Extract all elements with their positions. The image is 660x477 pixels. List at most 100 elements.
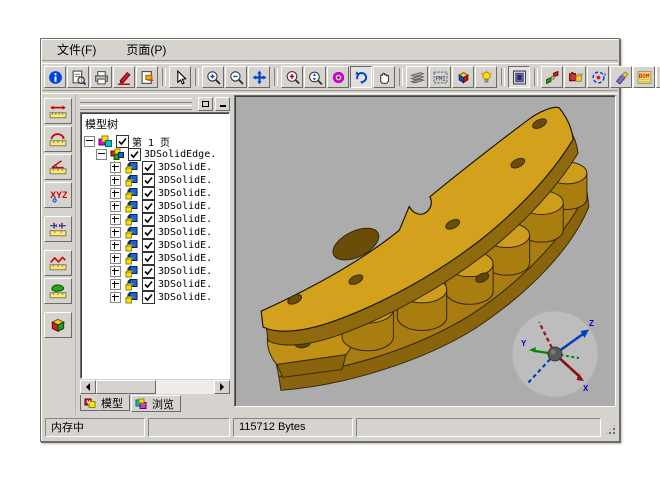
zoom-dynamic-icon <box>308 70 323 85</box>
measure-area-icon <box>49 283 67 299</box>
tree-checkbox[interactable] <box>142 174 155 187</box>
tab-model[interactable]: 模型 <box>80 395 130 411</box>
scrollbar-thumb[interactable] <box>96 380 156 394</box>
status-bytes: 115712 Bytes <box>233 418 353 437</box>
panel-hide-button[interactable] <box>215 97 230 111</box>
toolbar-separator <box>195 68 199 86</box>
tree-checkbox[interactable] <box>142 291 155 304</box>
part-node-icon <box>124 161 139 174</box>
rotate-center-button[interactable] <box>327 66 349 88</box>
orientation-trackball[interactable]: Z X Y <box>509 308 601 400</box>
measure-volume-button[interactable] <box>44 312 72 338</box>
toolbar-separator <box>399 68 403 86</box>
browse-tab-icon <box>135 398 149 410</box>
tree-node-label[interactable]: 3DSolidE. <box>158 279 212 290</box>
tree-node-label[interactable]: 3DSolidE. <box>158 266 212 277</box>
tree-checkbox[interactable] <box>142 213 155 226</box>
tree-checkbox[interactable] <box>142 239 155 252</box>
zoom-dynamic-button[interactable] <box>304 66 326 88</box>
screenshot-page: 文件(F) 页面(P) PMI BOM <box>0 0 660 477</box>
view-cube-button[interactable] <box>452 66 474 88</box>
tree-node-label[interactable]: 第 1 页 <box>132 134 170 149</box>
tree-checkbox[interactable] <box>142 200 155 213</box>
tree-checkbox[interactable] <box>142 161 155 174</box>
hide-part-button[interactable] <box>610 66 632 88</box>
tree-node-label[interactable]: 3DSolidE. <box>158 214 212 225</box>
expand-icon[interactable] <box>110 162 121 173</box>
scroll-left-button[interactable] <box>80 380 96 394</box>
zoom-in-button[interactable] <box>202 66 224 88</box>
print-preview-button[interactable] <box>67 66 89 88</box>
expand-icon[interactable] <box>110 201 121 212</box>
tree-checkbox[interactable] <box>116 135 129 148</box>
panel-drag-grip[interactable] <box>80 98 192 110</box>
collapse-icon[interactable] <box>96 149 107 160</box>
rotate-part-button[interactable] <box>587 66 609 88</box>
tree-node-label[interactable]: 3DSolidE. <box>158 240 212 251</box>
panel-float-button[interactable] <box>198 97 213 111</box>
bom-icon-label: BOM <box>638 72 649 79</box>
markup-pen-button[interactable] <box>113 66 135 88</box>
axis-z-label: Z <box>589 319 594 328</box>
expand-icon[interactable] <box>110 253 121 264</box>
print-button[interactable] <box>90 66 112 88</box>
rotate-button[interactable] <box>350 66 372 88</box>
bom-button[interactable]: BOM <box>633 66 655 88</box>
tree-node-label[interactable]: 3DSolidE. <box>158 175 212 186</box>
measure-area-button[interactable] <box>44 278 72 304</box>
attributes-table-button[interactable] <box>656 66 660 88</box>
tree-checkbox[interactable] <box>142 187 155 200</box>
page-frame-button[interactable] <box>508 66 530 88</box>
resize-grip[interactable] <box>604 423 617 436</box>
pan-arrows-button[interactable] <box>248 66 270 88</box>
lighting-button[interactable] <box>475 66 497 88</box>
expand-icon[interactable] <box>110 292 121 303</box>
tab-browse[interactable]: 浏览 <box>131 395 181 412</box>
select-cursor-button[interactable] <box>169 66 191 88</box>
menu-page[interactable]: 页面(P) <box>122 39 170 60</box>
menu-file[interactable]: 文件(F) <box>53 39 100 60</box>
tree-node-label[interactable]: 3DSolidE. <box>158 253 212 264</box>
tree-node-label[interactable]: 3DSolidE. <box>158 292 212 303</box>
pmi-button[interactable]: PMI <box>429 66 451 88</box>
tree-checkbox[interactable] <box>142 226 155 239</box>
explode-button[interactable] <box>541 66 563 88</box>
status-cell-2 <box>148 418 230 437</box>
tree-node-label[interactable]: 3DSolidEdge. <box>144 149 216 160</box>
transform-part-button[interactable] <box>564 66 586 88</box>
measure-angle-icon <box>49 159 67 175</box>
tree-checkbox[interactable] <box>128 148 141 161</box>
scrollbar-track[interactable] <box>96 380 214 394</box>
collapse-icon[interactable] <box>84 136 95 147</box>
info-button[interactable] <box>44 66 66 88</box>
scroll-right-button[interactable] <box>214 380 230 394</box>
measure-angle-button[interactable] <box>44 154 72 180</box>
expand-icon[interactable] <box>110 240 121 251</box>
measure-toolbar: XYZ <box>41 94 76 415</box>
pan-hand-button[interactable] <box>373 66 395 88</box>
layers-button[interactable] <box>406 66 428 88</box>
measure-distance-button[interactable] <box>44 98 72 124</box>
expand-icon[interactable] <box>110 266 121 277</box>
expand-icon[interactable] <box>110 188 121 199</box>
main-toolbar: PMI BOM <box>41 64 619 90</box>
measure-curve-length-button[interactable] <box>44 126 72 152</box>
zoom-out-button[interactable] <box>225 66 247 88</box>
expand-icon[interactable] <box>110 175 121 186</box>
tree-checkbox[interactable] <box>142 252 155 265</box>
tree-node-label[interactable]: 3DSolidE. <box>158 188 212 199</box>
measure-coordinate-button[interactable]: XYZ <box>44 182 72 208</box>
expand-icon[interactable] <box>110 214 121 225</box>
tree-node-label[interactable]: 3DSolidE. <box>158 162 212 173</box>
viewport-3d[interactable]: Z X Y <box>234 95 616 407</box>
export-image-button[interactable] <box>136 66 158 88</box>
tree-checkbox[interactable] <box>142 265 155 278</box>
zoom-window-button[interactable] <box>281 66 303 88</box>
measure-polyline-button[interactable] <box>44 250 72 276</box>
expand-icon[interactable] <box>110 227 121 238</box>
tree-node-label[interactable]: 3DSolidE. <box>158 227 212 238</box>
tree-checkbox[interactable] <box>142 278 155 291</box>
measure-gap-button[interactable] <box>44 216 72 242</box>
expand-icon[interactable] <box>110 279 121 290</box>
tree-node-label[interactable]: 3DSolidE. <box>158 201 212 212</box>
